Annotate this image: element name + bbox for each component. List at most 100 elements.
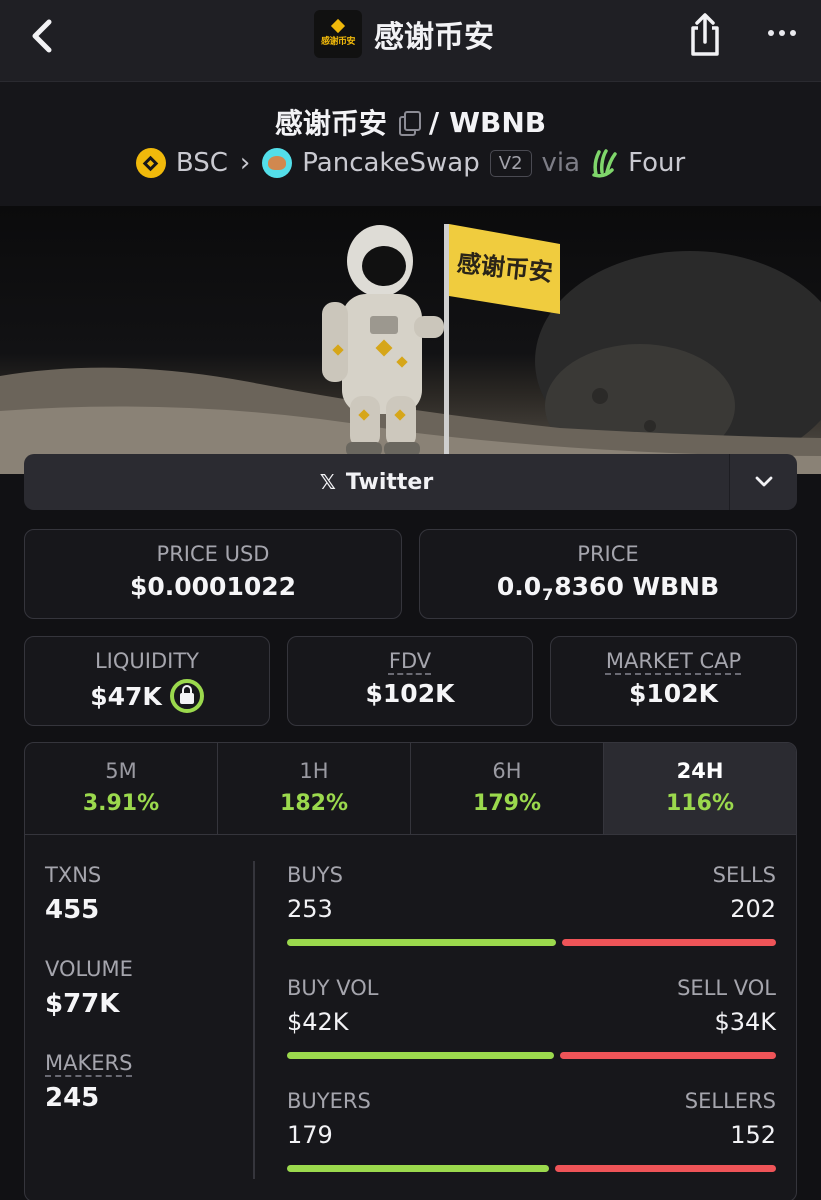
buyers-sellers-row: BUYERS SELLERS 179 152 (287, 1089, 776, 1200)
sell-vol-bar-fill (560, 1052, 776, 1059)
tab-change: 3.91% (82, 791, 160, 816)
volume-value: $77K (45, 989, 120, 1019)
price-native-value: 0.0 7 8360 WBNB (420, 572, 796, 604)
four-launchpad-icon (592, 149, 617, 178)
chevron-right-icon: › (239, 148, 251, 178)
sell-vol-label: SELL VOL (677, 976, 776, 1000)
buys-sells-row: BUYS SELLS 253 202 (287, 863, 776, 976)
txns-stat: TXNS 455 (45, 863, 245, 925)
buy-vol-value: $42K (287, 1008, 349, 1036)
tab-label: 1H (299, 759, 329, 783)
sells-label: SELLS (712, 863, 776, 887)
page-title: 感谢币安 (374, 20, 494, 55)
chain-name[interactable]: BSC (176, 148, 228, 178)
buyers-sellers-bar (287, 1165, 776, 1172)
timeframe-tabs: 5M 3.91% 1H 182% 6H 179% 24H 116% (25, 743, 796, 835)
price-zero-count: 7 (542, 585, 554, 604)
chain-breadcrumb: BSC › PancakeSwap V2 via Four (0, 148, 821, 178)
buys-bar-fill (287, 939, 556, 946)
chevron-left-icon (32, 19, 52, 53)
fdv-label[interactable]: FDV (389, 649, 431, 673)
via-label: via (541, 148, 581, 178)
social-links-row: 𝕏 Twitter (24, 454, 797, 510)
tab-change: 116% (666, 791, 734, 816)
sellers-value: 152 (730, 1121, 776, 1149)
market-cap-label[interactable]: MARKET CAP (606, 649, 741, 673)
back-button[interactable] (22, 14, 62, 58)
more-links-dropdown[interactable] (730, 454, 797, 510)
pancakeswap-icon (262, 148, 293, 178)
fdv-value: $102K (365, 679, 455, 708)
twitter-link-button[interactable]: 𝕏 Twitter (24, 454, 730, 510)
tab-6h[interactable]: 6H 179% (411, 743, 604, 834)
x-twitter-icon: 𝕏 (319, 470, 336, 494)
price-usd-card: PRICE USD $0.0001022 (24, 529, 402, 619)
price-prefix: 0.0 (496, 572, 542, 601)
sell-vol-value: $34K (714, 1008, 776, 1036)
market-cap-card: MARKET CAP $102K (550, 636, 797, 726)
price-native-card: PRICE 0.0 7 8360 WBNB (419, 529, 797, 619)
chevron-down-icon (755, 476, 772, 487)
tab-1h[interactable]: 1H 182% (218, 743, 411, 834)
dex-version-badge: V2 (489, 149, 532, 177)
token-banner-image: 感谢币安 (0, 206, 821, 474)
liquidity-value: $47K (90, 681, 162, 711)
dot (790, 30, 796, 36)
buy-sell-volume-row: BUY VOL SELL VOL $42K $34K (287, 976, 776, 1089)
sellers-label: SELLERS (684, 1089, 776, 1113)
buys-label: BUYS (287, 863, 343, 887)
bsc-chain-icon (135, 148, 166, 178)
pair-name: 感谢币安 / WBNB (0, 102, 821, 142)
token-title: 感谢币安 感谢币安 (314, 10, 494, 58)
dot (768, 30, 774, 36)
lock-icon[interactable] (169, 679, 204, 713)
buy-sell-breakdown: BUYS SELLS 253 202 BUY VOL SELL VOL $42K… (287, 863, 776, 1200)
price-usd-label: PRICE USD (156, 542, 270, 566)
txns-label: TXNS (45, 863, 102, 887)
pair-separator: / (428, 105, 440, 139)
astronaut-illustration: 感谢币安 (0, 224, 821, 474)
top-bar: 感谢币安 感谢币安 (0, 0, 821, 82)
liquidity-value-row: $47K (25, 679, 269, 713)
share-icon (691, 13, 719, 56)
buyers-label: BUYERS (287, 1089, 371, 1113)
tab-24h[interactable]: 24H 116% (604, 743, 796, 834)
dex-name[interactable]: PancakeSwap (302, 148, 479, 178)
trading-stats-panel: 5M 3.91% 1H 182% 6H 179% 24H 116% TXNS 4… (24, 742, 797, 1200)
sells-bar-fill (561, 939, 776, 946)
copy-icon[interactable] (397, 110, 421, 136)
launchpad-name[interactable]: Four (628, 148, 685, 178)
more-options-button[interactable] (762, 18, 802, 48)
buys-value: 253 (287, 895, 333, 923)
buys-sells-bar (287, 939, 776, 946)
dot (779, 30, 785, 36)
quote-token-name: WBNB (449, 105, 547, 139)
volume-stat: VOLUME $77K (45, 957, 245, 1019)
share-button[interactable] (684, 12, 726, 58)
liquidity-card: LIQUIDITY $47K (24, 636, 270, 726)
volume-label: VOLUME (45, 957, 133, 981)
buy-sell-volume-bar (287, 1052, 776, 1059)
tab-change: 182% (280, 791, 348, 816)
sells-value: 202 (730, 895, 776, 923)
buy-vol-bar-fill (287, 1052, 555, 1059)
tab-change: 179% (473, 791, 541, 816)
activity-summary: TXNS 455 VOLUME $77K MAKERS 245 (45, 863, 245, 1145)
market-cap-value: $102K (629, 679, 718, 708)
tab-label: 24H (676, 759, 724, 783)
buy-vol-label: BUY VOL (287, 976, 379, 1000)
twitter-label: Twitter (345, 469, 434, 495)
sellers-bar-fill (554, 1165, 776, 1172)
makers-value: 245 (45, 1083, 100, 1113)
txns-value: 455 (45, 895, 100, 925)
price-usd-value: $0.0001022 (129, 572, 297, 601)
buyers-value: 179 (287, 1121, 333, 1149)
makers-label[interactable]: MAKERS (45, 1051, 132, 1075)
pair-header: 感谢币安 / WBNB BSC › PancakeSwap V2 via Fou… (0, 82, 821, 206)
tab-5m[interactable]: 5M 3.91% (25, 743, 218, 834)
base-token-name: 感谢币安 (274, 107, 387, 140)
column-divider (253, 861, 255, 1179)
liquidity-label: LIQUIDITY (94, 649, 199, 673)
tab-label: 5M (105, 759, 137, 783)
price-label: PRICE (577, 542, 639, 566)
